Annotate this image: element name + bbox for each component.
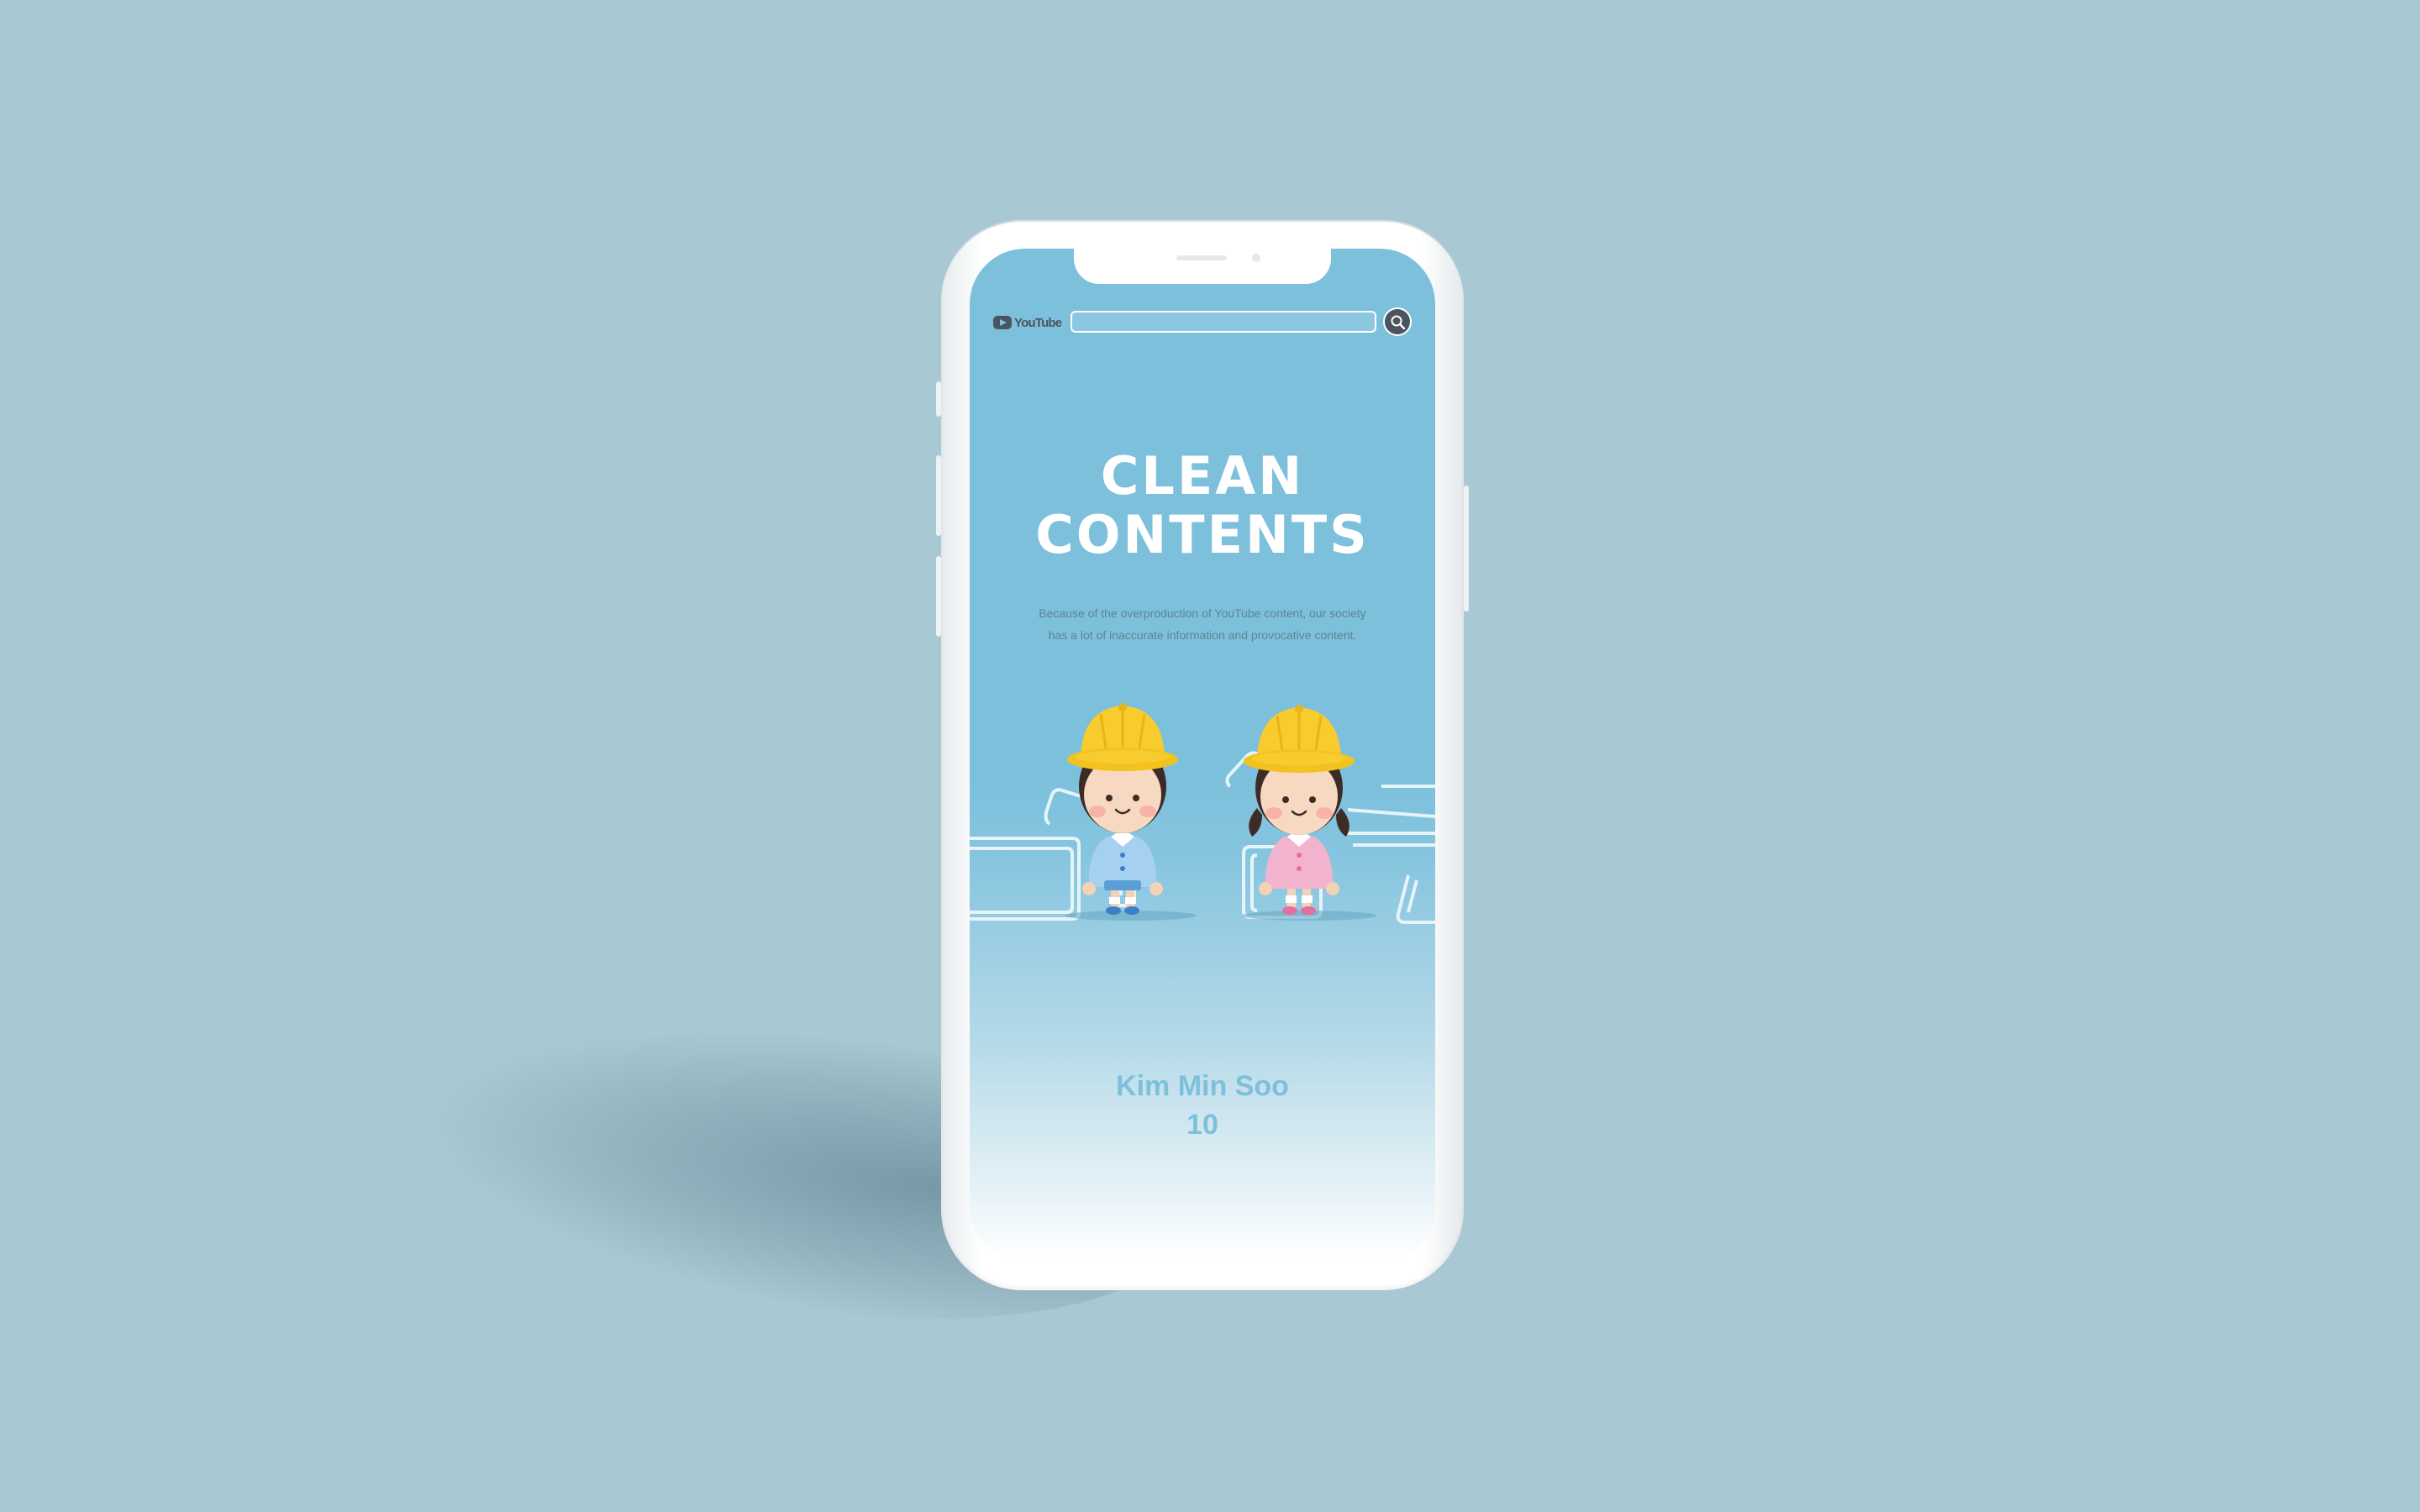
- search-button[interactable]: [1383, 307, 1412, 336]
- phone-volume-up-button: [936, 455, 941, 536]
- author-number: 10: [1186, 1109, 1218, 1141]
- phone-silent-switch: [936, 381, 941, 417]
- author-name: Kim Min Soo: [1116, 1070, 1289, 1102]
- phone-notch: [1074, 249, 1331, 284]
- youtube-logo-text: YouTube: [1014, 315, 1062, 330]
- boy-character: [1065, 703, 1197, 921]
- front-camera: [1252, 254, 1260, 262]
- headline-line-2: CONTENTS: [1035, 504, 1370, 565]
- youtube-logo[interactable]: YouTube: [993, 314, 1062, 331]
- headline-line-1: CLEAN: [1100, 445, 1305, 507]
- girl-character: [1242, 705, 1376, 921]
- phone-power-button: [1464, 486, 1469, 612]
- description-line-1: Because of the overproduction of YouTube…: [1039, 606, 1366, 620]
- top-bar: YouTube: [993, 307, 1413, 338]
- description-line-2: has a lot of inaccurate information and …: [1048, 628, 1357, 642]
- youtube-play-icon: [993, 316, 1012, 329]
- speaker-grille: [1176, 255, 1227, 260]
- phone-mockup: YouTube CLEAN CONTENTS Because of the ov…: [936, 220, 1469, 1290]
- search-input[interactable]: [1071, 311, 1376, 333]
- phone-screen: YouTube CLEAN CONTENTS Because of the ov…: [970, 249, 1435, 1262]
- phone-volume-down-button: [936, 556, 941, 637]
- children-illustration: [970, 703, 1435, 924]
- screen-frames-decoration: [970, 751, 1435, 924]
- magnifier-icon: [1391, 315, 1406, 330]
